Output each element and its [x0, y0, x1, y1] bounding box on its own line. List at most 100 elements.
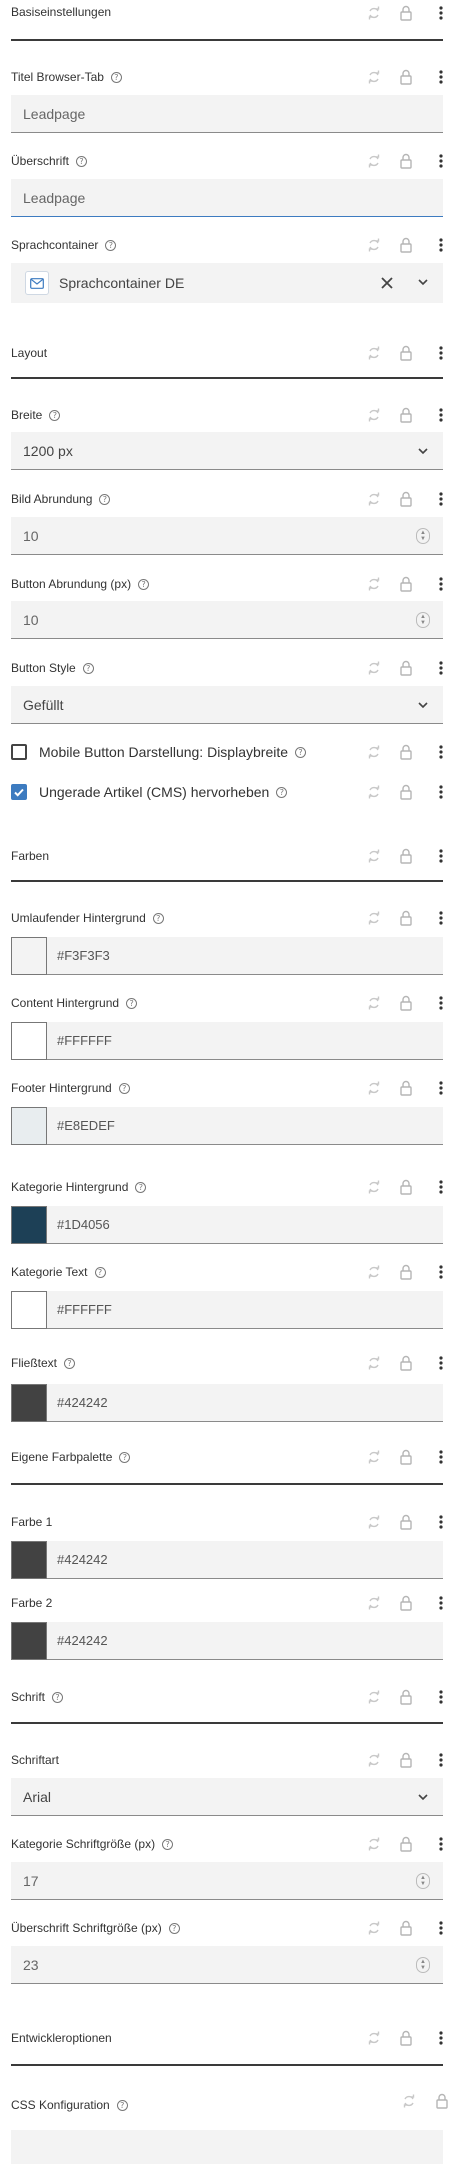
lock-icon[interactable] — [395, 1261, 417, 1283]
reset-icon[interactable] — [363, 845, 385, 867]
lock-icon[interactable] — [395, 1511, 417, 1533]
reset-icon[interactable] — [363, 741, 385, 763]
more-vertical-icon[interactable] — [430, 150, 452, 172]
kategorie-hintergrund-input[interactable]: #1D4056 — [47, 1206, 443, 1244]
lock-icon[interactable] — [395, 992, 417, 1014]
more-vertical-icon[interactable] — [430, 488, 452, 510]
info-icon[interactable]: ? — [276, 786, 288, 798]
reset-icon[interactable] — [363, 2027, 385, 2049]
lock-icon[interactable] — [395, 1077, 417, 1099]
lock-icon[interactable] — [395, 66, 417, 88]
lock-icon[interactable] — [395, 150, 417, 172]
info-icon[interactable]: ? — [52, 1691, 64, 1703]
lock-icon[interactable] — [395, 1917, 417, 1939]
mobile-button-checkbox[interactable] — [11, 744, 27, 760]
ueberschrift-schriftgroesse-input[interactable]: 23 ▲ ▼ — [11, 1946, 443, 1984]
more-vertical-icon[interactable] — [430, 234, 452, 256]
info-icon[interactable]: ? — [119, 1451, 131, 1463]
number-stepper[interactable]: ▲ ▼ — [416, 612, 430, 628]
reset-icon[interactable] — [363, 657, 385, 679]
info-icon[interactable]: ? — [168, 1922, 180, 1934]
more-vertical-icon[interactable] — [430, 1446, 452, 1468]
fliesstext-input[interactable]: #424242 — [47, 1384, 443, 1422]
info-icon[interactable]: ? — [116, 2099, 128, 2111]
more-vertical-icon[interactable] — [430, 1261, 452, 1283]
info-icon[interactable]: ? — [82, 662, 94, 674]
more-vertical-icon[interactable] — [430, 404, 452, 426]
info-icon[interactable]: ? — [49, 409, 61, 421]
info-icon[interactable]: ? — [105, 239, 117, 251]
color-swatch[interactable] — [11, 1291, 47, 1329]
content-hintergrund-input[interactable]: #FFFFFF — [47, 1022, 443, 1060]
info-icon[interactable]: ? — [94, 1266, 106, 1278]
lock-icon[interactable] — [395, 1446, 417, 1468]
more-vertical-icon[interactable] — [430, 741, 452, 763]
lock-icon[interactable] — [395, 404, 417, 426]
reset-icon[interactable] — [363, 1592, 385, 1614]
umlaufender-hintergrund-input[interactable]: #F3F3F3 — [47, 937, 443, 975]
lock-icon[interactable] — [395, 1592, 417, 1614]
info-icon[interactable]: ? — [110, 71, 122, 83]
kategorie-text-input[interactable]: #FFFFFF — [47, 1291, 443, 1329]
lock-icon[interactable] — [395, 2, 417, 24]
schriftart-select[interactable]: Arial — [11, 1778, 443, 1816]
reset-icon[interactable] — [363, 992, 385, 1014]
lock-icon[interactable] — [395, 1176, 417, 1198]
more-vertical-icon[interactable] — [430, 992, 452, 1014]
info-icon[interactable]: ? — [76, 155, 88, 167]
reset-icon[interactable] — [363, 1176, 385, 1198]
ueberschrift-input[interactable]: Leadpage — [11, 179, 443, 217]
button-style-select[interactable]: Gefüllt — [11, 686, 443, 724]
farbe1-input[interactable]: #424242 — [47, 1541, 443, 1579]
more-vertical-icon[interactable] — [430, 1833, 452, 1855]
lock-icon[interactable] — [395, 781, 417, 803]
lock-icon[interactable] — [395, 488, 417, 510]
info-icon[interactable]: ? — [138, 578, 150, 590]
more-vertical-icon[interactable] — [430, 1917, 452, 1939]
reset-icon[interactable] — [363, 781, 385, 803]
footer-hintergrund-input[interactable]: #E8EDEF — [47, 1107, 443, 1145]
color-swatch[interactable] — [11, 1541, 47, 1579]
color-swatch[interactable] — [11, 1622, 47, 1660]
lock-icon[interactable] — [395, 845, 417, 867]
reset-icon[interactable] — [363, 1917, 385, 1939]
reset-icon[interactable] — [363, 2, 385, 24]
reset-icon[interactable] — [398, 2090, 420, 2112]
reset-icon[interactable] — [363, 1446, 385, 1468]
lock-icon[interactable] — [395, 342, 417, 364]
lock-icon[interactable] — [395, 741, 417, 763]
more-vertical-icon[interactable] — [430, 657, 452, 679]
info-icon[interactable]: ? — [152, 912, 164, 924]
info-icon[interactable]: ? — [135, 1181, 147, 1193]
reset-icon[interactable] — [363, 573, 385, 595]
more-vertical-icon[interactable] — [430, 845, 452, 867]
more-vertical-icon[interactable] — [430, 1352, 452, 1374]
info-icon[interactable]: ? — [126, 997, 138, 1009]
lock-icon[interactable] — [395, 657, 417, 679]
more-vertical-icon[interactable] — [430, 1077, 452, 1099]
reset-icon[interactable] — [363, 1352, 385, 1374]
reset-icon[interactable] — [363, 1261, 385, 1283]
more-vertical-icon[interactable] — [430, 781, 452, 803]
more-vertical-icon[interactable] — [430, 1686, 452, 1708]
color-swatch[interactable] — [11, 1206, 47, 1244]
color-swatch[interactable] — [11, 937, 47, 975]
lock-icon[interactable] — [395, 1352, 417, 1374]
button-abrundung-input[interactable]: 10 ▲ ▼ — [11, 601, 443, 639]
kategorie-schriftgroesse-input[interactable]: 17 ▲ ▼ — [11, 1862, 443, 1900]
reset-icon[interactable] — [363, 907, 385, 929]
more-vertical-icon[interactable] — [430, 907, 452, 929]
lock-icon[interactable] — [395, 2027, 417, 2049]
info-icon[interactable]: ? — [162, 1838, 174, 1850]
reset-icon[interactable] — [363, 1511, 385, 1533]
ungerade-artikel-checkbox[interactable] — [11, 784, 27, 800]
lock-icon[interactable] — [431, 2090, 453, 2112]
breite-select[interactable]: 1200 px — [11, 432, 443, 470]
reset-icon[interactable] — [363, 1686, 385, 1708]
more-vertical-icon[interactable] — [430, 2027, 452, 2049]
css-konfiguration-textarea[interactable] — [11, 2130, 443, 2164]
lock-icon[interactable] — [395, 1833, 417, 1855]
color-swatch[interactable] — [11, 1022, 47, 1060]
more-vertical-icon[interactable] — [430, 1592, 452, 1614]
reset-icon[interactable] — [363, 234, 385, 256]
